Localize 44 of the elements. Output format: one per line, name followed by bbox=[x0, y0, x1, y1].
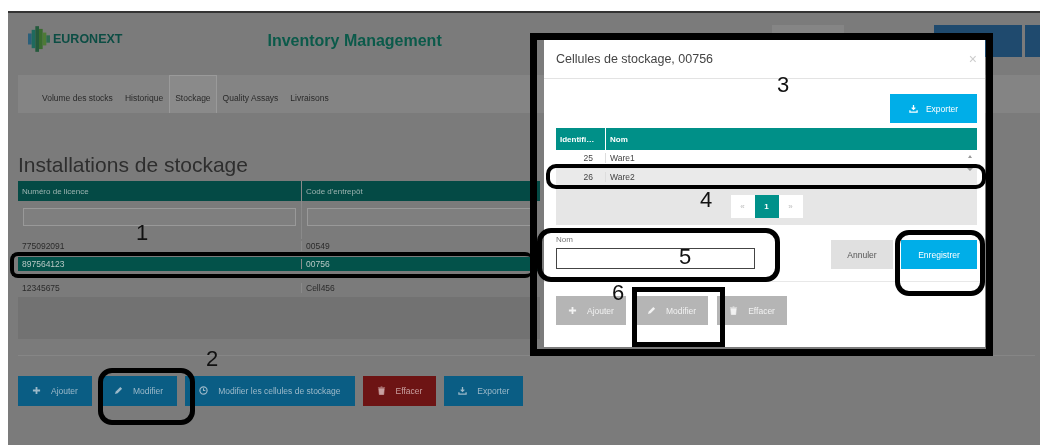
callout-number: 2 bbox=[206, 352, 219, 366]
table-row[interactable]: 12345675 Cell456 bbox=[18, 280, 540, 295]
action-button[interactable]: Exporter bbox=[444, 375, 524, 406]
modal-title: Cellules de stockage, 00756 bbox=[556, 52, 714, 66]
tab[interactable]: Volume des stocks bbox=[36, 75, 119, 113]
tab[interactable]: Historique bbox=[118, 75, 170, 113]
tab[interactable]: Stockage bbox=[169, 75, 217, 113]
export-button[interactable]: Exporter bbox=[890, 94, 977, 123]
field-label: Nom bbox=[556, 235, 574, 244]
callout-number: 5 bbox=[679, 250, 692, 264]
tab[interactable]: Quality Assays bbox=[216, 75, 285, 113]
page-button[interactable]: « bbox=[730, 195, 755, 218]
app-title: Inventory Management bbox=[267, 32, 442, 50]
clock-icon bbox=[199, 386, 209, 395]
action-button[interactable]: Effacer bbox=[362, 375, 437, 406]
save-button[interactable]: Enregistrer bbox=[901, 240, 977, 269]
trash-icon bbox=[376, 386, 386, 395]
callout-number: 3 bbox=[777, 78, 790, 92]
page-heading: Installations de stockage bbox=[18, 152, 248, 178]
scroll-arrows-icon bbox=[966, 153, 974, 173]
download-icon bbox=[458, 386, 468, 395]
logo-mark-icon bbox=[28, 25, 50, 53]
action-button[interactable]: Ajouter bbox=[18, 375, 92, 406]
name-input-field[interactable] bbox=[556, 248, 755, 269]
column-header[interactable]: Numéro de licence bbox=[18, 181, 302, 201]
pencil-icon bbox=[113, 386, 123, 395]
company-logo: EURONEXT bbox=[28, 25, 123, 53]
table-row[interactable]: 26 Ware2 bbox=[556, 169, 977, 185]
plus-icon bbox=[32, 386, 41, 395]
column-header[interactable]: Code d'entrepôt bbox=[302, 181, 540, 201]
page-button[interactable]: » bbox=[778, 195, 803, 218]
pencil-icon bbox=[646, 306, 656, 315]
callout-number: 1 bbox=[136, 226, 149, 240]
filter-field[interactable] bbox=[23, 207, 296, 226]
cancel-button[interactable]: Annuler bbox=[831, 240, 893, 269]
action-button[interactable]: Modifier les cellules de stockage bbox=[185, 375, 355, 406]
column-header[interactable]: Identifi… bbox=[556, 128, 606, 150]
column-header[interactable]: Nom bbox=[606, 128, 977, 150]
plus-icon bbox=[568, 306, 577, 315]
callout-number: 4 bbox=[700, 193, 713, 207]
tab[interactable]: Livraisons bbox=[284, 75, 335, 113]
trash-icon bbox=[729, 306, 739, 315]
download-icon bbox=[908, 104, 918, 113]
page-button[interactable]: 1 bbox=[754, 195, 779, 218]
